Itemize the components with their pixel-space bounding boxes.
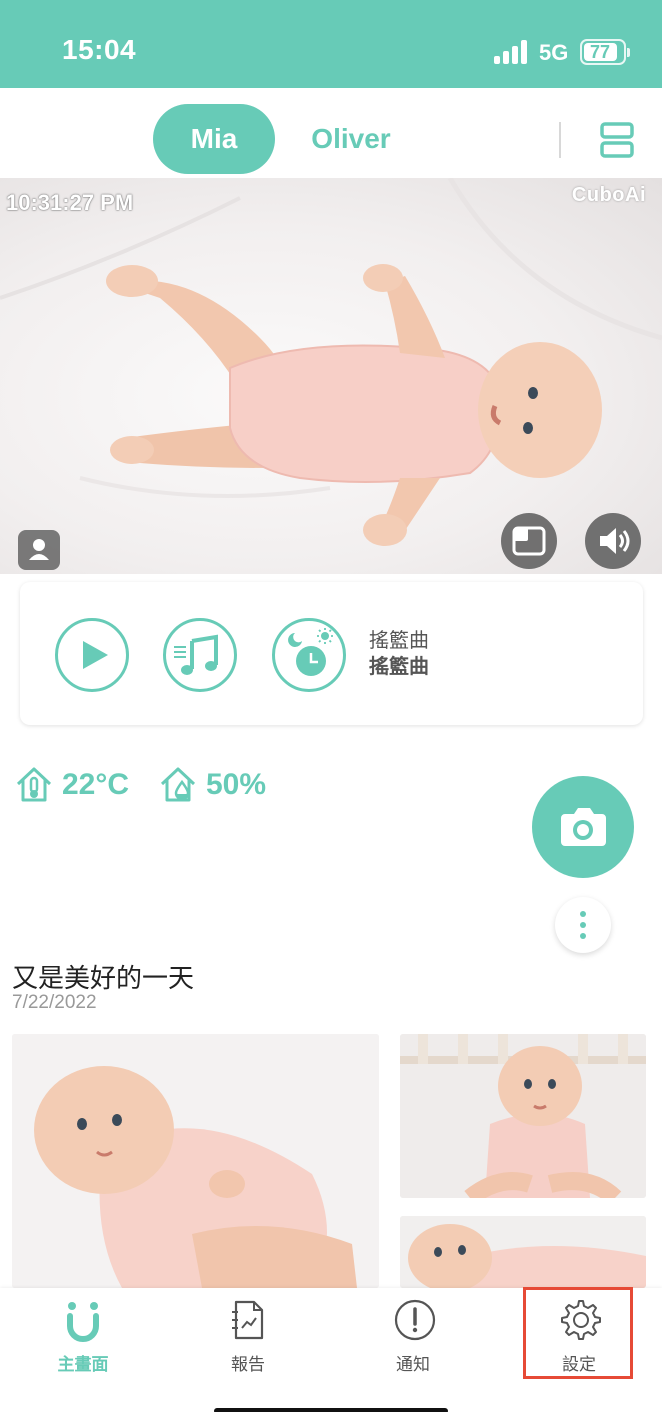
report-icon xyxy=(232,1300,264,1340)
tab-oliver[interactable]: Oliver xyxy=(296,104,406,174)
house-humidity-icon xyxy=(160,767,196,802)
day-night-timer-icon xyxy=(288,628,333,676)
nav-report-label: 報告 xyxy=(231,1355,265,1374)
profile-button[interactable] xyxy=(18,530,60,570)
nav-notifications[interactable]: 通知 xyxy=(343,1288,483,1388)
speaker-icon xyxy=(600,528,630,554)
moment-photo-2[interactable] xyxy=(400,1034,646,1198)
snapshot-button[interactable] xyxy=(532,776,634,878)
music-button[interactable] xyxy=(163,618,237,692)
day-title: 又是美好的一天 xyxy=(12,963,195,993)
alert-icon xyxy=(394,1299,436,1341)
lullaby-line-2: 搖籃曲 xyxy=(369,656,429,678)
baby-camera-image xyxy=(0,178,662,546)
camera-icon xyxy=(561,808,606,846)
nav-home[interactable]: 主畫面 xyxy=(13,1288,153,1388)
nav-notifications-label: 通知 xyxy=(396,1355,430,1374)
camera-brand-logo: CuboAi xyxy=(571,184,646,206)
play-button[interactable] xyxy=(55,618,129,692)
house-thermometer-icon xyxy=(16,767,52,802)
humidity-reading: 50% xyxy=(158,764,278,804)
sleep-timer-button[interactable] xyxy=(272,618,346,692)
camera-live-view[interactable]: 10:31:27 PM CuboAi xyxy=(0,178,662,574)
nav-report[interactable]: 報告 xyxy=(178,1288,318,1388)
music-note-icon xyxy=(174,634,218,675)
lullaby-info: 搖籃曲 搖籃曲 xyxy=(369,628,429,680)
humidity-value: 50% xyxy=(206,768,267,801)
baby-lying-photo xyxy=(400,1216,646,1288)
lullaby-line-1: 搖籃曲 xyxy=(369,630,429,652)
lullaby-card: 搖籃曲 搖籃曲 xyxy=(20,582,643,725)
battery-percent: 77 xyxy=(589,42,611,62)
day-date: 7/22/2022 xyxy=(12,992,97,1013)
more-options-button[interactable] xyxy=(555,897,611,953)
pip-icon xyxy=(512,526,546,556)
status-bar: 15:04 5G 77 xyxy=(0,0,662,88)
tab-mia[interactable]: Mia xyxy=(153,104,275,174)
header-divider xyxy=(559,122,561,158)
person-icon xyxy=(29,539,49,560)
picture-in-picture-button[interactable] xyxy=(501,513,557,569)
moment-photo-1[interactable] xyxy=(12,1034,379,1288)
battery-icon: 77 xyxy=(580,39,630,65)
baby-tabs-header: Mia Oliver xyxy=(0,88,662,178)
play-icon xyxy=(83,641,108,669)
moment-photo-3[interactable] xyxy=(400,1216,646,1288)
settings-highlight-box xyxy=(523,1287,633,1379)
baby-photo xyxy=(12,1034,379,1288)
baby-in-crib-photo xyxy=(400,1034,646,1198)
cuboai-home-icon xyxy=(67,1302,99,1342)
nav-home-label: 主畫面 xyxy=(57,1355,109,1374)
camera-timestamp: 10:31:27 PM xyxy=(6,190,134,215)
home-feed: 22°C 50% 又是美好的一天 7/22/2022 xyxy=(0,748,662,1288)
volume-button[interactable] xyxy=(585,513,641,569)
status-time: 15:04 xyxy=(62,34,137,65)
signal-icon xyxy=(494,40,528,64)
network-type: 5G xyxy=(539,40,569,65)
temperature-reading: 22°C xyxy=(14,764,144,804)
bottom-navigation: 主畫面 報告 通知 設定 xyxy=(0,1287,662,1412)
split-view-icon[interactable] xyxy=(600,122,634,158)
home-indicator xyxy=(214,1408,448,1412)
temperature-value: 22°C xyxy=(62,768,130,801)
